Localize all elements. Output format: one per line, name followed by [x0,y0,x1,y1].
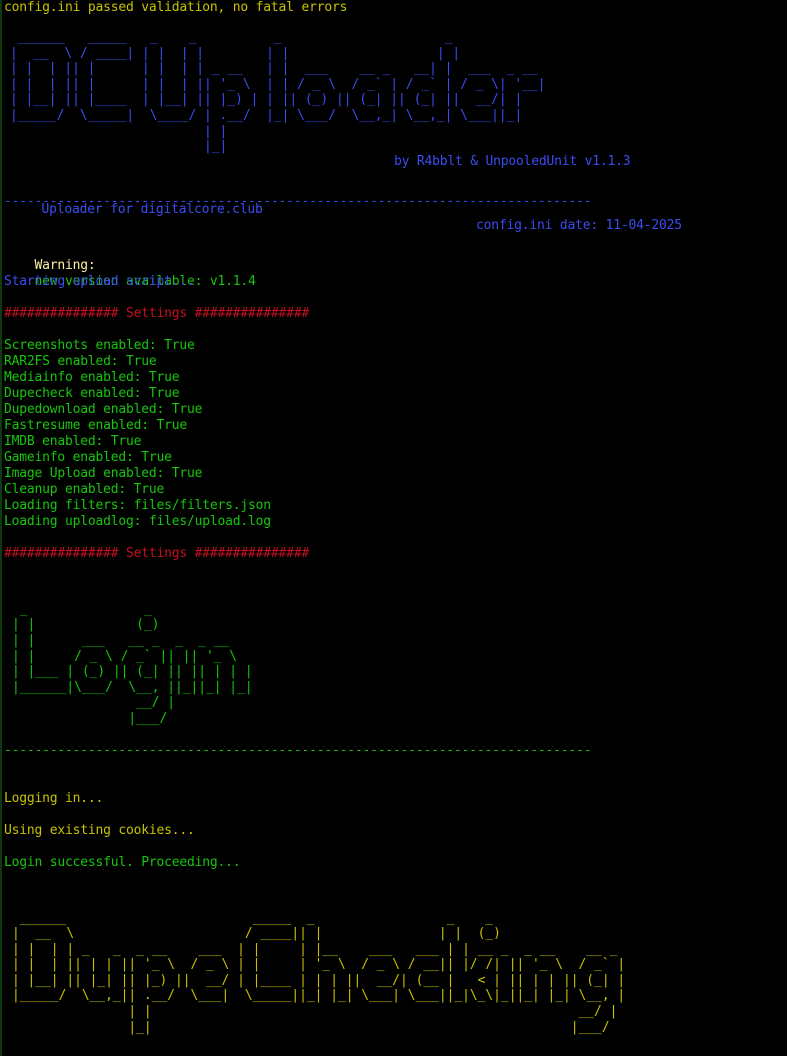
starting-message: Starting upload script... [4,273,195,289]
cookies-message: Using existing cookies... [4,822,195,838]
settings-footer: ############### Settings ############### [4,545,310,561]
settings-header: ############### Settings ############### [4,305,310,321]
setting-line: Image Upload enabled: True [4,465,203,481]
setting-line: Gameinfo enabled: True [4,449,172,465]
config-date: config.ini date: 11-04-2025 [476,217,682,233]
dupechecking-ascii-banner: ______ _____ _ _ _ | __ \ / ____|| | | |… [12,910,626,1035]
terminal-window[interactable]: config.ini passed validation, no fatal e… [0,0,787,1056]
warning-label: Warning: [34,257,96,273]
login-divider: ----------------------------------------… [4,742,592,758]
setting-line: Mediainfo enabled: True [4,369,180,385]
subtitle-row: Uploader for digitalcore.club config.ini… [4,186,787,233]
credits-line: by R4bblt & UnpooledUnit v1.1.3 [394,153,631,169]
setting-line: IMDB enabled: True [4,433,142,449]
setting-line: Cleanup enabled: True [4,481,165,497]
setting-line: Fastresume enabled: True [4,417,188,433]
dc-uploader-ascii-banner: ______ _____ _ _ _ _ | __ \ / ____| | | … [10,30,546,155]
login-success-message: Login successful. Proceeding... [4,854,241,870]
warning-line: Warning: new version available: v1.1.4 [4,242,787,289]
setting-line: Loading uploadlog: files/upload.log [4,513,271,529]
setting-line: RAR2FS enabled: True [4,353,157,369]
validation-message: config.ini passed validation, no fatal e… [4,0,348,15]
logging-in-message: Logging in... [4,790,104,806]
setting-line: Loading filters: files/filters.json [4,497,271,513]
setting-line: Screenshots enabled: True [4,337,195,353]
subtitle-text: Uploader for digitalcore.club [41,201,263,217]
setting-line: Dupedownload enabled: True [4,401,203,417]
login-ascii-banner: _ _ | | (_) | | ___ __ _ _ _ __ | | / _ … [12,601,253,726]
setting-line: Dupecheck enabled: True [4,385,180,401]
